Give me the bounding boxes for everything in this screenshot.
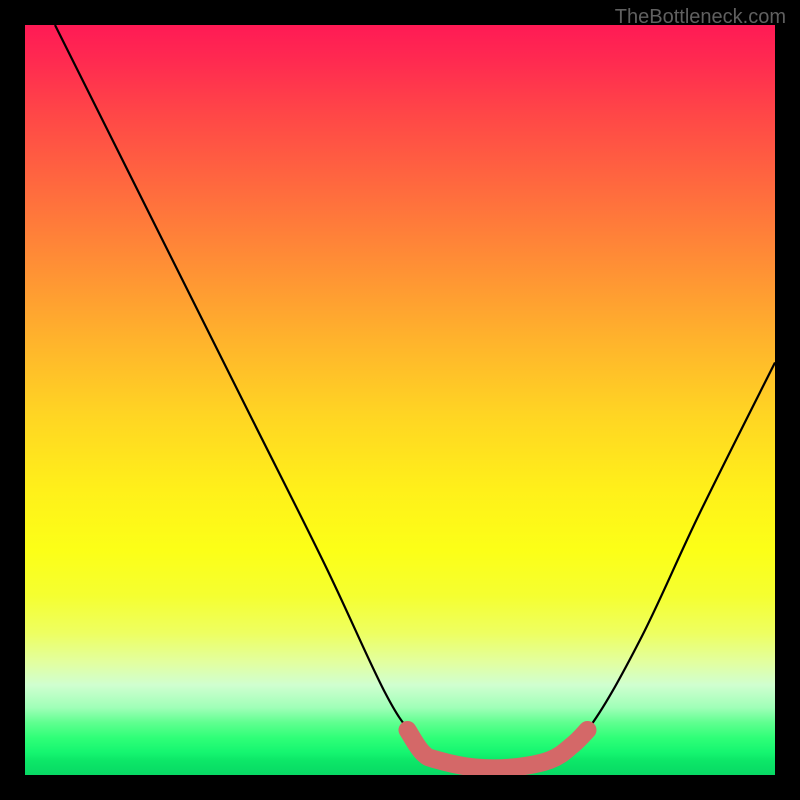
chart-plot-area — [25, 25, 775, 775]
chart-svg — [25, 25, 775, 775]
highlight-band-path — [408, 730, 588, 769]
watermark-text: TheBottleneck.com — [615, 6, 786, 29]
bottleneck-curve-path — [55, 25, 775, 769]
